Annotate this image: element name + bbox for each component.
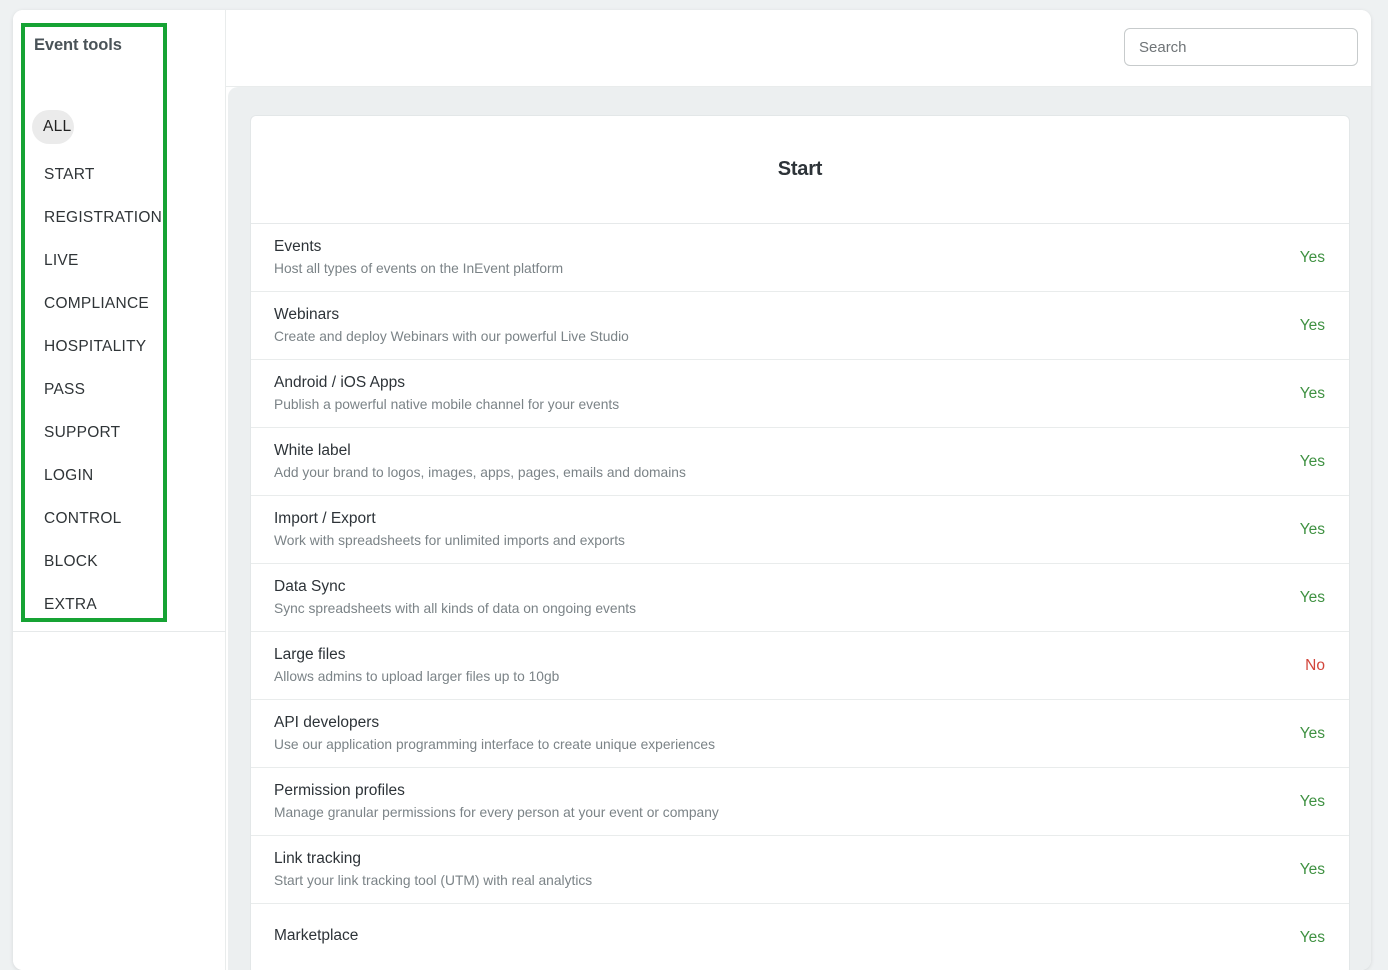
- row-title: White label: [274, 442, 351, 459]
- row-text: Marketplace: [274, 926, 1285, 949]
- status-badge[interactable]: Yes: [1285, 929, 1325, 947]
- row-text: Android / iOS Apps Publish a powerful nat…: [274, 373, 1285, 414]
- row-text: Permission profiles Manage granular permi…: [274, 781, 1285, 822]
- table-row[interactable]: Data Sync Sync spreadsheets with all kind…: [251, 564, 1349, 632]
- row-text: White label Add your brand to logos, imag…: [274, 441, 1285, 482]
- table-row[interactable]: White label Add your brand to logos, imag…: [251, 428, 1349, 496]
- status-badge[interactable]: Yes: [1285, 793, 1325, 811]
- sidebar-item-list: ALL START REGISTRATION LIVE COMPLIANCE HOSPIT…: [32, 110, 232, 626]
- row-text: Large files Allows admins to upload large…: [274, 645, 1285, 686]
- tools-table-card: Start Events Host all types of events on …: [250, 115, 1350, 970]
- sidebar-item-all[interactable]: ALL: [32, 110, 74, 144]
- sidebar-item-start[interactable]: START: [32, 153, 232, 196]
- sidebar-item-control[interactable]: CONTROL: [32, 497, 232, 540]
- sidebar-title: Event tools: [34, 36, 122, 54]
- row-subtitle: Host all types of events on the InEvent …: [274, 261, 564, 276]
- sidebar-divider: [13, 631, 226, 632]
- sidebar-item-block[interactable]: BLOCK: [32, 540, 232, 583]
- row-text: Link tracking Start your link tracking to…: [274, 849, 1285, 890]
- table-row[interactable]: Link tracking Start your link tracking to…: [251, 836, 1349, 904]
- row-title: Link tracking: [274, 850, 362, 867]
- row-title: Android / iOS Apps: [274, 374, 405, 391]
- row-text: API developers Use our application progra…: [274, 713, 1285, 754]
- tools-table-body: Events Host all types of events on the In…: [251, 224, 1349, 970]
- status-badge[interactable]: No: [1285, 657, 1325, 675]
- table-row[interactable]: Large files Allows admins to upload large…: [251, 632, 1349, 700]
- row-title: Permission profiles: [274, 782, 405, 799]
- status-badge[interactable]: Yes: [1285, 725, 1325, 743]
- status-badge[interactable]: Yes: [1285, 385, 1325, 403]
- row-subtitle: Manage granular permissions for every pe…: [274, 805, 719, 820]
- row-subtitle: Sync spreadsheets with all kinds of data…: [274, 601, 637, 616]
- page-title: Start: [777, 158, 823, 180]
- sidebar-item-extra[interactable]: EXTRA: [32, 583, 232, 626]
- row-title: Large files: [274, 646, 346, 663]
- status-badge[interactable]: Yes: [1285, 589, 1325, 607]
- row-title: Events: [274, 238, 322, 255]
- sidebar-item-live[interactable]: LIVE: [32, 239, 232, 282]
- row-text: Import / Export Work with spreadsheets fo…: [274, 509, 1285, 550]
- table-row[interactable]: Permission profiles Manage granular permi…: [251, 768, 1349, 836]
- row-title: Webinars: [274, 306, 340, 323]
- table-header: Start: [251, 116, 1349, 224]
- table-row[interactable]: Marketplace Yes: [251, 904, 1349, 970]
- status-badge[interactable]: Yes: [1285, 249, 1325, 267]
- table-row[interactable]: Events Host all types of events on the In…: [251, 224, 1349, 292]
- status-badge[interactable]: Yes: [1285, 861, 1325, 879]
- row-text: Data Sync Sync spreadsheets with all kind…: [274, 577, 1285, 618]
- table-row[interactable]: API developers Use our application progra…: [251, 700, 1349, 768]
- row-subtitle: Publish a powerful native mobile channel…: [274, 397, 620, 412]
- row-title: Marketplace: [274, 927, 359, 944]
- row-text: Events Host all types of events on the In…: [274, 237, 1285, 278]
- sidebar-item-pass[interactable]: PASS: [32, 368, 232, 411]
- sidebar-item-support[interactable]: SUPPORT: [32, 411, 232, 454]
- status-badge[interactable]: Yes: [1285, 521, 1325, 539]
- row-subtitle: Work with spreadsheets for unlimited imp…: [274, 533, 625, 548]
- row-subtitle: Create and deploy Webinars with our powe…: [274, 329, 629, 344]
- sidebar-item-compliance[interactable]: COMPLIANCE: [32, 282, 232, 325]
- sidebar-item-registration[interactable]: REGISTRATION: [32, 196, 232, 239]
- table-row[interactable]: Webinars Create and deploy Webinars with …: [251, 292, 1349, 360]
- sidebar-item-login[interactable]: LOGIN: [32, 454, 232, 497]
- sidebar-item-hospitality[interactable]: HOSPITALITY: [32, 325, 232, 368]
- row-title: Data Sync: [274, 578, 346, 595]
- table-row[interactable]: Import / Export Work with spreadsheets fo…: [251, 496, 1349, 564]
- row-subtitle: Allows admins to upload larger files up …: [274, 669, 560, 684]
- status-badge[interactable]: Yes: [1285, 317, 1325, 335]
- row-text: Webinars Create and deploy Webinars with …: [274, 305, 1285, 346]
- row-subtitle: Add your brand to logos, images, apps, p…: [274, 465, 686, 480]
- row-title: API developers: [274, 714, 380, 731]
- sidebar: Event tools ALL START REGISTRATION LIVE COMP…: [13, 10, 226, 970]
- search-input[interactable]: [1124, 28, 1358, 66]
- row-subtitle: Use our application programming interfac…: [274, 737, 715, 752]
- status-badge[interactable]: Yes: [1285, 453, 1325, 471]
- table-row[interactable]: Android / iOS Apps Publish a powerful nat…: [251, 360, 1349, 428]
- row-title: Import / Export: [274, 510, 376, 527]
- app-window: Event tools ALL STARTREGISTRATIONLIVECOMP…: [13, 10, 1371, 970]
- row-subtitle: Start your link tracking tool (UTM) with…: [274, 873, 593, 888]
